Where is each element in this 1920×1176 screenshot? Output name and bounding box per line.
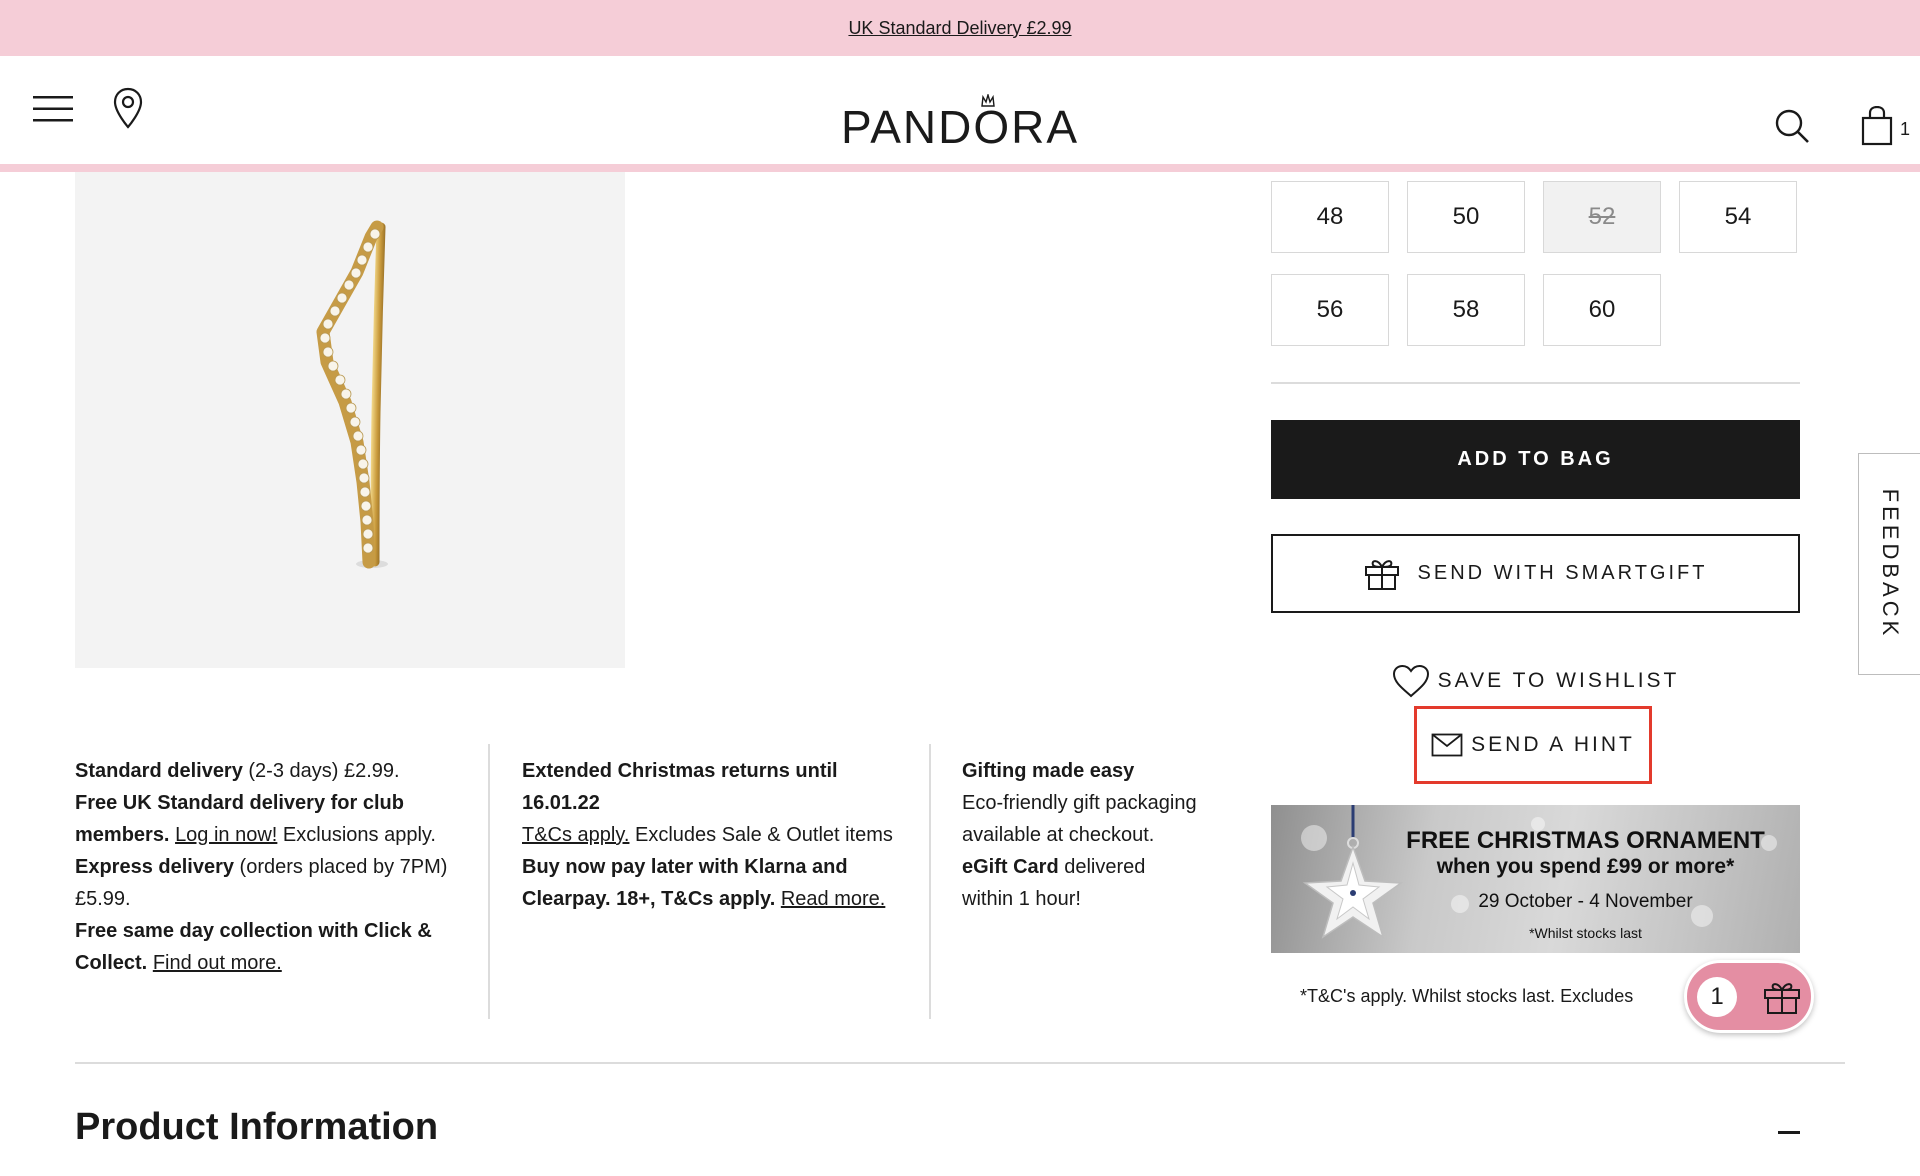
gift-count-badge: 1 [1697,977,1737,1017]
column-divider [488,744,490,1019]
delivery-info: Standard delivery (2-3 days) £2.99. Free… [75,760,448,974]
promo-bar: UK Standard Delivery £2.99 [0,0,1920,56]
smartgift-button[interactable]: SEND WITH SMARTGIFT [1271,534,1800,613]
wishlist-label: SAVE TO WISHLIST [1437,669,1680,692]
find-out-more-link[interactable]: Find out more. [153,952,282,974]
size-option[interactable]: 48 [1271,181,1389,253]
feedback-label: FEEDBACK [1877,488,1903,640]
bag-count: 1 [1900,119,1911,139]
add-to-bag-button[interactable]: ADD TO BAG [1271,420,1800,499]
ring-image [316,220,388,569]
pandora-logo[interactable]: PANDORA [0,100,1920,154]
save-to-wishlist-button[interactable]: SAVE TO WISHLIST [1271,660,1800,702]
gifting-info: Gifting made easy Eco-friendly gift pack… [962,760,1197,910]
read-more-link[interactable]: Read more. [781,888,886,910]
send-a-hint-button[interactable]: SEND A HINT [1414,706,1652,784]
terms-text: *T&C's apply. Whilst stocks last. Exclud… [1300,986,1634,1006]
header-divider [0,164,1920,172]
tcs-apply-link[interactable]: T&Cs apply. [522,824,629,846]
size-option[interactable]: 60 [1543,274,1661,346]
site-header: PANDORA 1 [0,56,1920,164]
returns-info: Extended Christmas returns until 16.01.2… [522,760,893,910]
product-image[interactable] [75,172,625,668]
login-link[interactable]: Log in now! [175,824,277,846]
promo-delivery-link[interactable]: UK Standard Delivery £2.99 [848,18,1071,39]
size-divider [1271,382,1800,384]
banner-dates: 29 October - 4 November [1478,891,1693,912]
banner-subtitle: when you spend £99 or more* [1436,855,1735,878]
search-icon[interactable] [1772,106,1812,146]
size-option[interactable]: 54 [1679,181,1797,253]
feedback-tab[interactable]: FEEDBACK [1858,453,1920,675]
hint-label: SEND A HINT [1471,733,1635,756]
size-option[interactable]: 58 [1407,274,1525,346]
section-divider [75,1062,1845,1064]
envelope-icon [1431,733,1463,757]
smartgift-label: SEND WITH SMARTGIFT [1417,562,1708,584]
banner-note: *Whilst stocks last [1529,925,1642,941]
gift-icon [1364,559,1399,590]
banner-title: FREE CHRISTMAS ORNAMENT [1406,827,1765,854]
size-option-unavailable[interactable]: 52 [1543,181,1661,253]
gift-reward-button[interactable]: 1 [1684,960,1814,1033]
logo-crown-icon [981,94,995,107]
shopping-bag-icon[interactable] [1858,104,1896,148]
christmas-ornament-banner[interactable]: FREE CHRISTMAS ORNAMENT when you spend £… [1271,805,1800,953]
heart-icon [1392,664,1429,698]
gift-box-icon [1764,983,1800,1014]
column-divider [929,744,931,1019]
product-information-heading[interactable]: Product Information [75,1106,438,1149]
collapse-icon[interactable] [1778,1131,1800,1134]
size-option[interactable]: 56 [1271,274,1389,346]
size-option[interactable]: 50 [1407,181,1525,253]
